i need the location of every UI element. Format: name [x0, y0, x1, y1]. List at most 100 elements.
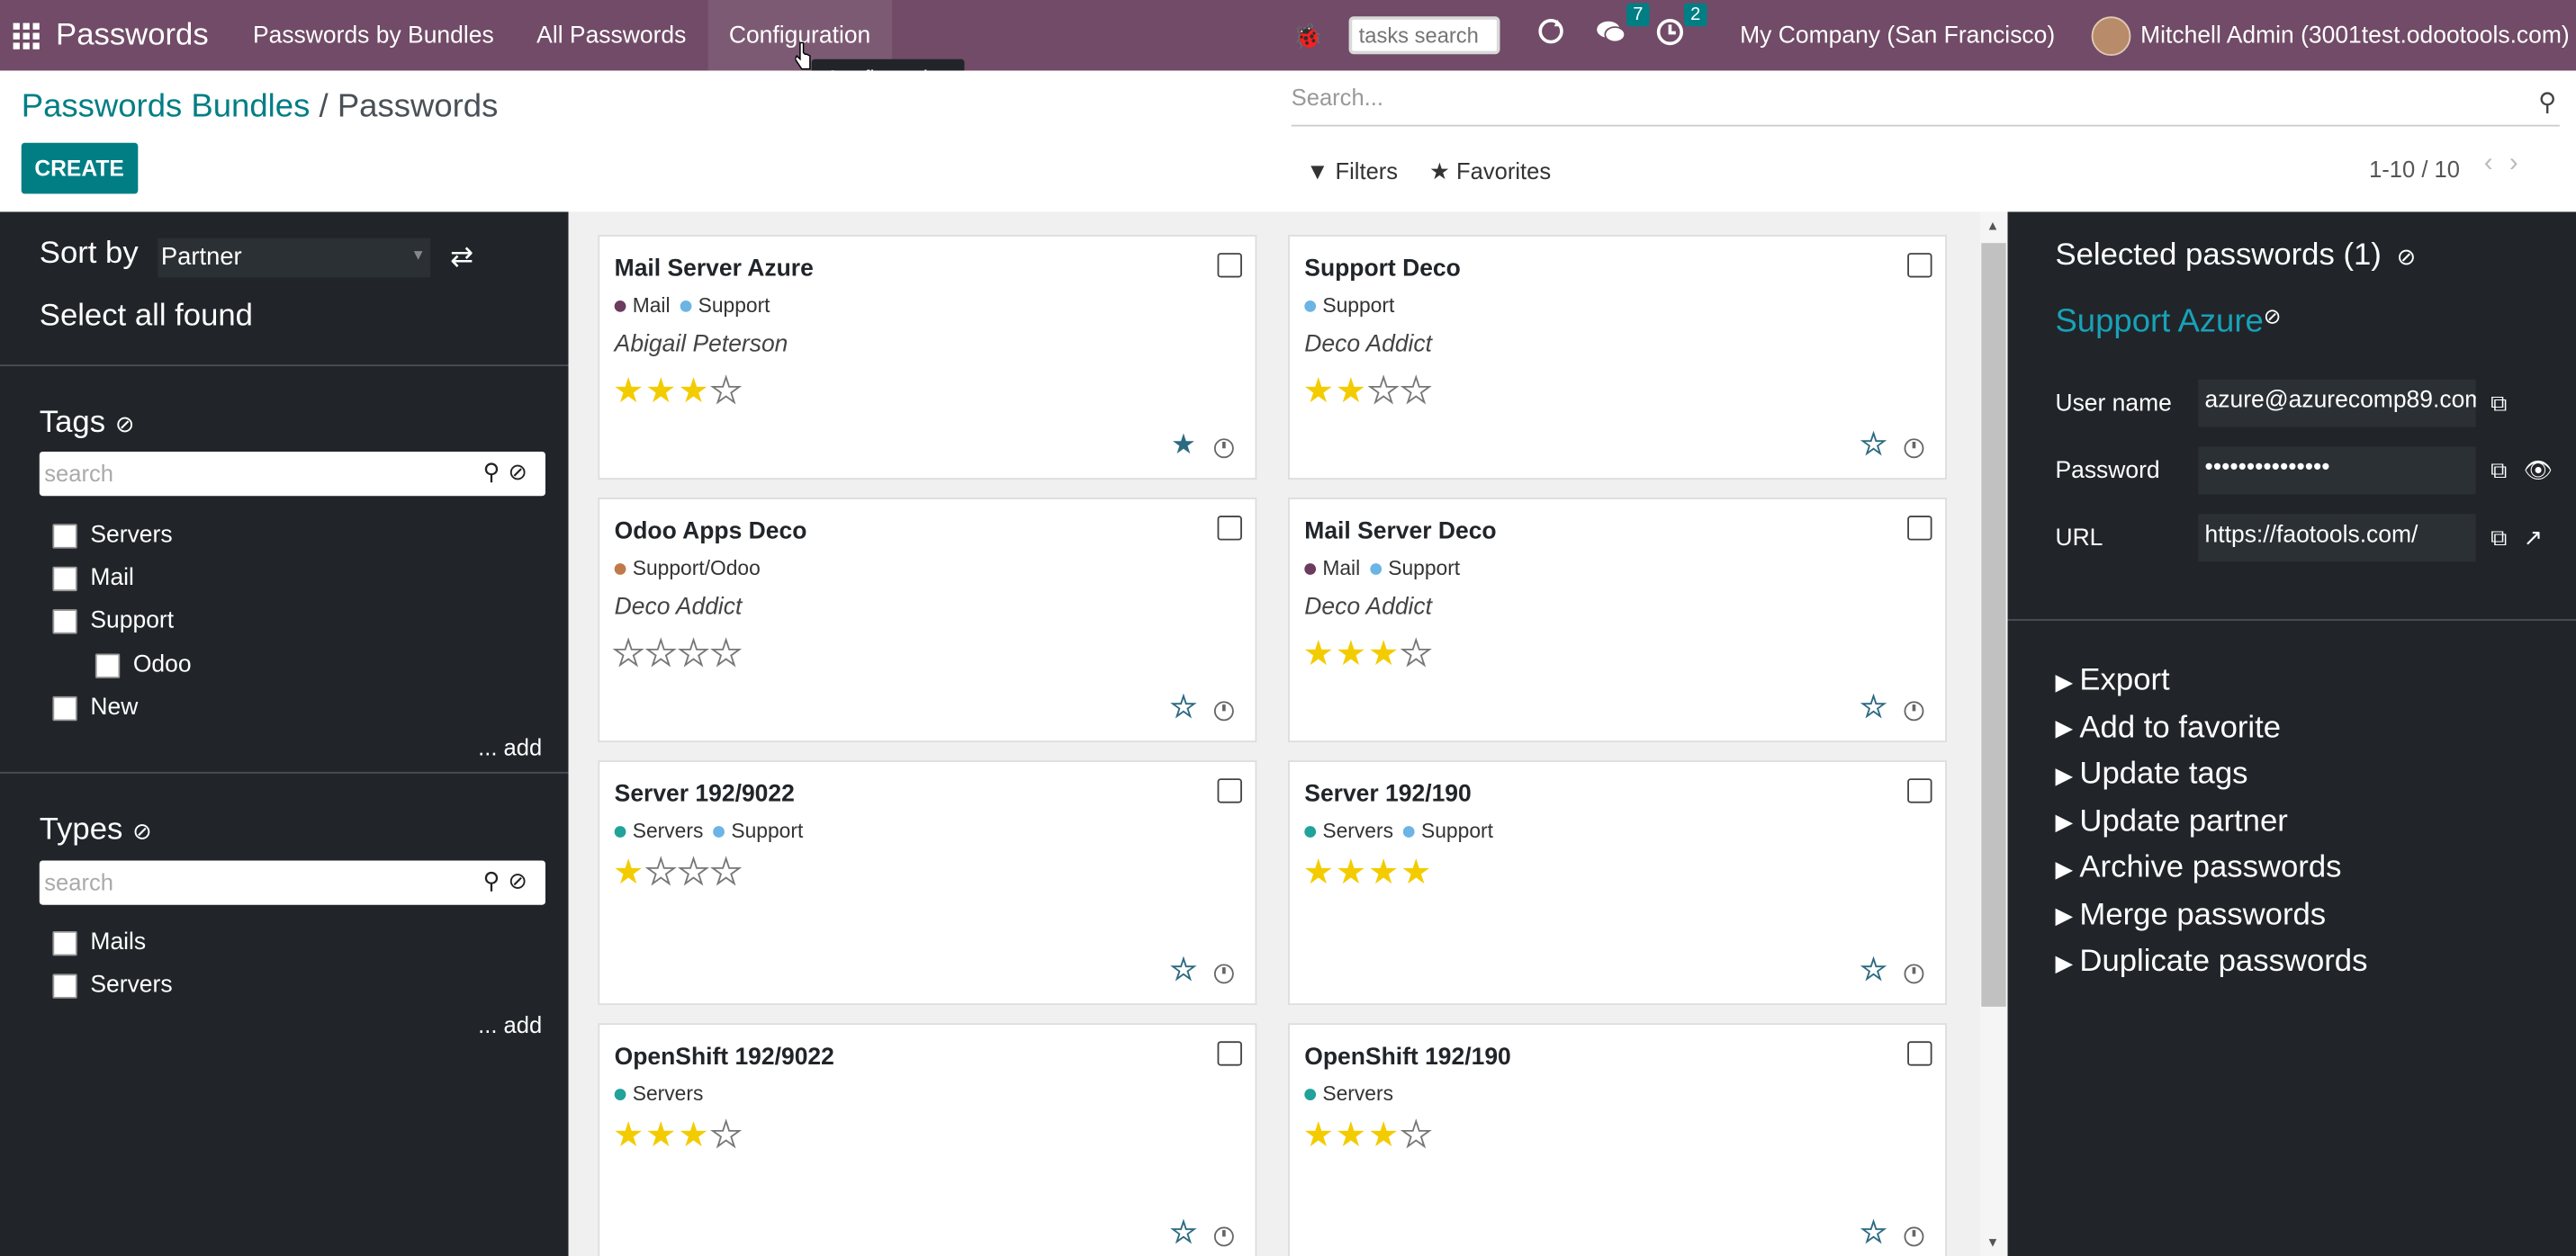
card-select-checkbox[interactable] [1907, 1041, 1932, 1066]
pager-next-icon[interactable]: › [2509, 149, 2535, 177]
record-name-text[interactable]: Support Azure [2055, 304, 2263, 340]
copy-icon[interactable]: ⧉ [2490, 524, 2507, 552]
activities-clock-icon[interactable]: 2 [1656, 2, 1707, 53]
action-duplicate-passwords[interactable]: ▶ Duplicate passwords [2055, 939, 2367, 986]
star-icon[interactable]: ★ [1302, 635, 1335, 673]
add-type-link[interactable]: ... add [478, 1011, 542, 1037]
search-icon[interactable]: ⚲ [2538, 87, 2556, 117]
app-brand[interactable]: Passwords [56, 17, 209, 53]
star-icon[interactable]: ★ [613, 854, 645, 892]
star-icon[interactable]: ★ [1336, 1117, 1368, 1154]
star-icon[interactable]: ★ [644, 634, 678, 674]
star-icon[interactable]: ★ [710, 853, 743, 893]
type-servers[interactable]: Servers [52, 973, 173, 999]
external-link-icon[interactable]: ↗ [2524, 524, 2543, 552]
star-icon[interactable]: ★ [1368, 1117, 1401, 1154]
star-icon[interactable]: ★ [613, 1117, 645, 1154]
activity-clock-icon[interactable] [1213, 701, 1234, 722]
clear-tags-icon[interactable]: ⊘ [115, 410, 134, 436]
types-search-input[interactable]: search ⚲⊘ [39, 860, 545, 905]
filters-button[interactable]: ▼ Filters [1306, 157, 1398, 184]
password-card[interactable]: Support Deco Support Deco Addict ★★★★ ★ [1288, 235, 1947, 480]
action-merge-passwords[interactable]: ▶ Merge passwords [2055, 893, 2367, 939]
menu-all-passwords[interactable]: All Passwords [515, 0, 707, 70]
action-update-tags[interactable]: ▶ Update tags [2055, 752, 2367, 799]
star-icon[interactable]: ★ [645, 1117, 678, 1154]
card-select-checkbox[interactable] [1217, 253, 1242, 278]
star-icon[interactable]: ★ [677, 634, 710, 674]
star-icon[interactable]: ★ [710, 372, 743, 411]
deselect-record-icon[interactable]: ⊘ [2264, 304, 2282, 328]
action-update-partner[interactable]: ▶ Update partner [2055, 799, 2367, 846]
action-archive-passwords[interactable]: ▶ Archive passwords [2055, 846, 2367, 893]
password-card[interactable]: OpenShift 192/190 Servers ★★★★ ★ [1288, 1023, 1947, 1256]
star-icon[interactable]: ★ [710, 634, 743, 674]
star-icon[interactable]: ★ [612, 634, 645, 674]
password-card[interactable]: OpenShift 192/9022 Servers ★★★★ ★ [598, 1023, 1257, 1256]
scrollbar-thumb[interactable] [1981, 243, 2006, 1007]
tags-search-input[interactable]: search ⚲⊘ [39, 451, 545, 497]
card-select-checkbox[interactable] [1907, 516, 1932, 541]
card-select-checkbox[interactable] [1217, 778, 1242, 803]
type-checkbox[interactable] [52, 930, 77, 955]
pager-value[interactable]: 1-10 / 10 [2369, 156, 2460, 182]
tag-checkbox[interactable] [52, 608, 77, 633]
star-icon[interactable]: ★ [1400, 372, 1433, 411]
star-icon[interactable]: ★ [1336, 854, 1368, 892]
tag-servers[interactable]: Servers [52, 522, 173, 549]
scroll-up-icon[interactable]: ▲ [1986, 219, 1999, 233]
password-card[interactable]: Server 192/9022 Servers Support ★★★★ ★ [598, 760, 1257, 1006]
clear-icon[interactable]: ⊘ [509, 867, 536, 893]
favorite-star-icon[interactable]: ★ [1860, 954, 1887, 987]
card-select-checkbox[interactable] [1217, 516, 1242, 541]
selected-record-name[interactable]: Support Azure⊘ [2055, 304, 2281, 342]
star-icon[interactable]: ★ [1368, 635, 1401, 673]
star-icon[interactable]: ★ [710, 1116, 743, 1155]
password-card[interactable]: Odoo Apps Deco Support/Odoo Deco Addict ★★★… [598, 498, 1257, 743]
star-icon[interactable]: ★ [1367, 372, 1401, 411]
star-icon[interactable]: ★ [677, 853, 710, 893]
discuss-refresh-icon[interactable] [1536, 16, 1566, 54]
card-select-checkbox[interactable] [1217, 1041, 1242, 1066]
star-icon[interactable]: ★ [1302, 1117, 1335, 1154]
clear-types-icon[interactable]: ⊘ [132, 818, 151, 844]
star-icon[interactable]: ★ [1336, 372, 1368, 410]
star-icon[interactable]: ★ [1400, 634, 1433, 674]
menu-passwords-by-bundles[interactable]: Passwords by Bundles [231, 0, 515, 70]
star-icon[interactable]: ★ [678, 372, 710, 410]
tasks-search-input[interactable] [1348, 16, 1500, 55]
activity-clock-icon[interactable] [1904, 1226, 1924, 1247]
action-export[interactable]: ▶ Export [2055, 659, 2367, 705]
add-tag-link[interactable]: ... add [478, 734, 542, 760]
copy-icon[interactable]: ⧉ [2490, 456, 2507, 484]
breadcrumb-passwords-bundles[interactable]: Passwords Bundles [22, 89, 311, 125]
star-icon[interactable]: ★ [645, 372, 678, 410]
activity-clock-icon[interactable] [1213, 964, 1234, 984]
tag-odoo[interactable]: Odoo [95, 652, 192, 678]
favorite-star-icon[interactable]: ★ [1170, 954, 1197, 987]
star-icon[interactable]: ★ [613, 372, 645, 410]
favorite-star-icon[interactable]: ★ [1170, 1216, 1197, 1251]
star-icon[interactable]: ★ [1302, 854, 1335, 892]
search-icon[interactable]: ⚲ [483, 867, 509, 893]
tag-checkbox[interactable] [52, 565, 77, 591]
select-all-found[interactable]: Select all found [40, 299, 253, 335]
star-icon[interactable]: ★ [1302, 372, 1335, 410]
tag-checkbox[interactable] [52, 523, 77, 548]
sort-by-select[interactable]: Partner ▼ [158, 238, 431, 278]
star-icon[interactable]: ★ [1401, 854, 1433, 892]
password-card[interactable]: Mail Server Azure Mail Support Abigail Pete… [598, 235, 1257, 480]
tag-support[interactable]: Support [52, 607, 174, 634]
favorite-star-icon[interactable]: ★ [1170, 691, 1197, 724]
debug-bug-icon[interactable]: 🐞 [1286, 21, 1329, 50]
favorite-star-icon[interactable]: ★ [1860, 1216, 1887, 1251]
pager-prev-icon[interactable]: ‹ [2484, 149, 2509, 177]
star-icon[interactable]: ★ [644, 853, 678, 893]
apps-menu-icon[interactable] [0, 0, 59, 70]
tag-mail[interactable]: Mail [52, 565, 134, 591]
search-input[interactable]: Search... ⚲ [1291, 84, 2560, 127]
user-avatar[interactable] [2091, 15, 2131, 56]
copy-icon[interactable]: ⧉ [2490, 390, 2507, 417]
kanban-scrollbar[interactable]: ▲ ▼ [1979, 211, 2008, 1256]
favorite-star-icon[interactable]: ★ [1860, 427, 1887, 462]
